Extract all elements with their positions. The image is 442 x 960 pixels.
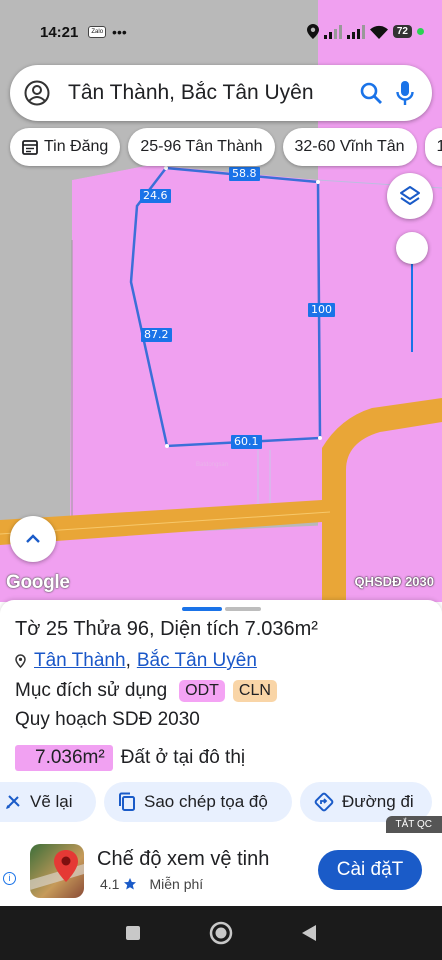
signal-icon-2 <box>346 24 365 39</box>
watermark: Batdongsan <box>196 462 229 468</box>
sheet-handle-inactive[interactable] <box>225 607 261 611</box>
dimension-label-top: 58.8 <box>229 167 260 181</box>
chip-label: 1 <box>436 138 442 155</box>
google-logo: Google <box>6 572 70 593</box>
app-icon[interactable] <box>30 844 84 898</box>
ad-price: Miễn phí <box>149 876 204 892</box>
layers-icon <box>400 186 420 205</box>
purpose-row: Mục đích sử dụng ODT CLN <box>15 680 277 702</box>
chip-label: 32-60 Vĩnh Tân <box>294 138 405 155</box>
zalo-notification-icon: Zalo <box>88 26 107 38</box>
location-pin-icon <box>15 654 26 668</box>
zone-main <box>70 165 442 520</box>
privacy-dot-icon <box>417 28 424 35</box>
dimension-label-bottom: 60.1 <box>231 435 262 449</box>
expand-up-button[interactable] <box>10 516 56 562</box>
news-icon <box>22 139 38 155</box>
home-icon[interactable] <box>209 921 233 945</box>
tag-odt: ODT <box>179 680 225 702</box>
status-time: 14:21 <box>40 24 79 41</box>
area-value: 7.036m² <box>15 745 113 771</box>
search-query[interactable]: Tân Thành, Bắc Tân Uyên <box>68 81 346 105</box>
search-icon[interactable] <box>360 82 382 104</box>
location-separator: , <box>125 650 131 671</box>
tag-cln: CLN <box>232 680 277 702</box>
back-icon[interactable] <box>301 924 317 942</box>
opacity-slider-thumb[interactable] <box>396 232 428 264</box>
layers-button[interactable] <box>387 173 433 219</box>
wifi-icon <box>369 25 388 39</box>
dimension-label-top-left: 24.6 <box>140 189 171 203</box>
location-row: Tân Thành , Bắc Tân Uyên <box>15 650 257 672</box>
microphone-icon[interactable] <box>396 80 414 106</box>
area-row: 7.036m² Đất ở tại đô thị <box>15 745 245 771</box>
dimension-label-right: 100 <box>308 303 335 317</box>
directions-icon <box>314 792 334 812</box>
directions-label: Đường đi <box>342 792 414 811</box>
chip-label: 25-96 Tân Thành <box>140 138 263 155</box>
ad-app-name[interactable]: Chế độ xem vệ tinh <box>97 848 269 871</box>
chevron-up-icon <box>26 534 40 543</box>
chip-32-60-vinh-tan[interactable]: 32-60 Vĩnh Tân <box>282 128 417 166</box>
chip-tin-dang[interactable]: Tin Đăng <box>10 128 121 166</box>
area-description: Đất ở tại đô thị <box>120 747 246 768</box>
parcel-info-sheet: Tờ 25 Thửa 96, Diện tích 7.036m² Tân Thà… <box>0 600 442 836</box>
location-icon <box>306 24 319 39</box>
overlay-label: QHSDĐ 2030 <box>354 574 434 589</box>
action-buttons: Vẽ lại Sao chép tọa độ Đường đi <box>0 782 432 822</box>
chip-25-96-tan-thanh[interactable]: 25-96 Tân Thành <box>128 128 275 166</box>
close-ad-button[interactable]: TẮT QC <box>385 816 442 833</box>
status-bar: 14:21 Zalo ••• 72 <box>0 0 442 62</box>
purpose-label: Mục đích sử dụng <box>15 680 168 701</box>
system-nav-bar <box>0 906 442 960</box>
account-icon[interactable] <box>24 80 50 106</box>
ad-banner[interactable]: TẮT QC i Chế độ xem vệ tinh 4.1 Miễn phí… <box>0 816 442 906</box>
copy-icon <box>119 792 135 811</box>
ward-link[interactable]: Tân Thành <box>34 650 126 672</box>
redraw-button[interactable]: Vẽ lại <box>0 782 96 822</box>
redraw-label: Vẽ lại <box>30 792 73 811</box>
draw-icon <box>6 795 20 809</box>
dimension-label-left: 87.2 <box>141 328 172 342</box>
search-bar[interactable]: Tân Thành, Bắc Tân Uyên <box>10 65 432 121</box>
district-link[interactable]: Bắc Tân Uyên <box>137 650 257 672</box>
copy-coordinates-label: Sao chép tọa độ <box>144 792 268 811</box>
chip-more[interactable]: 1 <box>424 128 442 166</box>
ad-details: 4.1 Miễn phí <box>100 876 203 892</box>
copy-coordinates-button[interactable]: Sao chép tọa độ <box>104 782 292 822</box>
battery-indicator: 72 <box>392 25 412 38</box>
recents-icon[interactable] <box>125 925 141 941</box>
plan-label: Quy hoạch SDĐ 2030 <box>15 709 200 730</box>
sheet-handle-active[interactable] <box>182 607 222 611</box>
more-notifications-icon: ••• <box>112 24 127 40</box>
install-button[interactable]: Cài đặT <box>318 850 422 890</box>
parcel-title: Tờ 25 Thửa 96, Diện tích 7.036m² <box>15 618 318 640</box>
signal-icon-1 <box>323 24 342 39</box>
ad-rating: 4.1 <box>100 876 120 892</box>
chip-label: Tin Đăng <box>44 138 109 155</box>
star-icon <box>124 878 137 890</box>
ad-info-icon[interactable]: i <box>3 872 16 885</box>
filter-chips: Tin Đăng 25-96 Tân Thành 32-60 Vĩnh Tân … <box>10 128 442 166</box>
